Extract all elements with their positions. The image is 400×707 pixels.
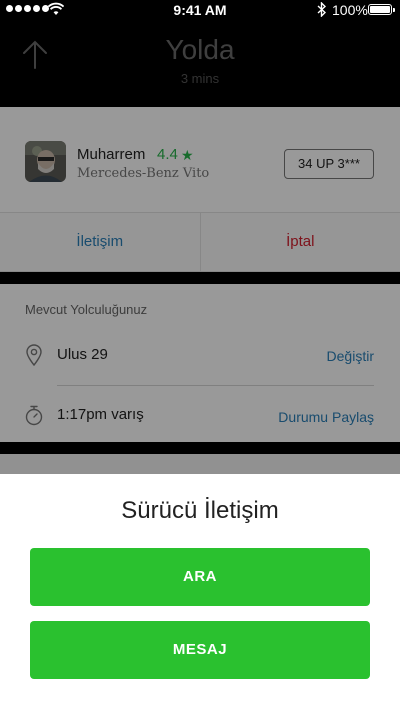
cancel-trip-button[interactable]: İptal — [201, 213, 400, 271]
driver-name: Muharrem — [77, 146, 146, 163]
trip-section-title: Mevcut Yolculuğunuz — [25, 302, 148, 317]
current-trip-card: Mevcut Yolculuğunuz Ulus 29 Değiştir 1:1… — [0, 284, 400, 442]
license-plate: 34 UP 3*** — [284, 149, 374, 179]
stopwatch-icon — [25, 405, 43, 426]
nav-header: Yolda 3 mins — [0, 20, 400, 107]
page-subtitle: 3 mins — [180, 71, 220, 86]
eta-text: 1:17pm varış — [57, 406, 144, 423]
divider-band — [0, 272, 400, 284]
share-status-link[interactable]: Durumu Paylaş — [278, 409, 374, 425]
change-destination-link[interactable]: Değiştir — [327, 348, 374, 364]
driver-contact-sheet: Sürücü İletişim ARA MESAJ — [0, 474, 400, 707]
avatar — [25, 141, 66, 182]
battery-percentage: 100% — [332, 2, 368, 18]
driver-actions: İletişim İptal — [0, 212, 400, 272]
divider-band — [0, 442, 400, 454]
divider — [57, 385, 374, 386]
driver-card: Muharrem 4.4 ★ Mercedes-Benz Vito 34 UP … — [0, 107, 400, 212]
star-icon: ★ — [181, 147, 194, 163]
driver-rating: 4.4 — [157, 146, 178, 163]
page-title: Yolda — [165, 34, 235, 65]
sheet-title: Sürücü İletişim — [121, 497, 279, 524]
destination-name: Ulus 29 — [57, 346, 108, 363]
map-pin-icon — [26, 344, 42, 366]
status-bar: 9:41 AM 100% — [0, 0, 400, 20]
bluetooth-icon — [317, 2, 327, 17]
battery-icon — [368, 4, 395, 15]
call-button[interactable]: ARA — [30, 548, 370, 606]
message-button[interactable]: MESAJ — [30, 621, 370, 679]
driver-car-model: Mercedes-Benz Vito — [77, 166, 210, 181]
contact-button[interactable]: İletişim — [0, 213, 201, 271]
